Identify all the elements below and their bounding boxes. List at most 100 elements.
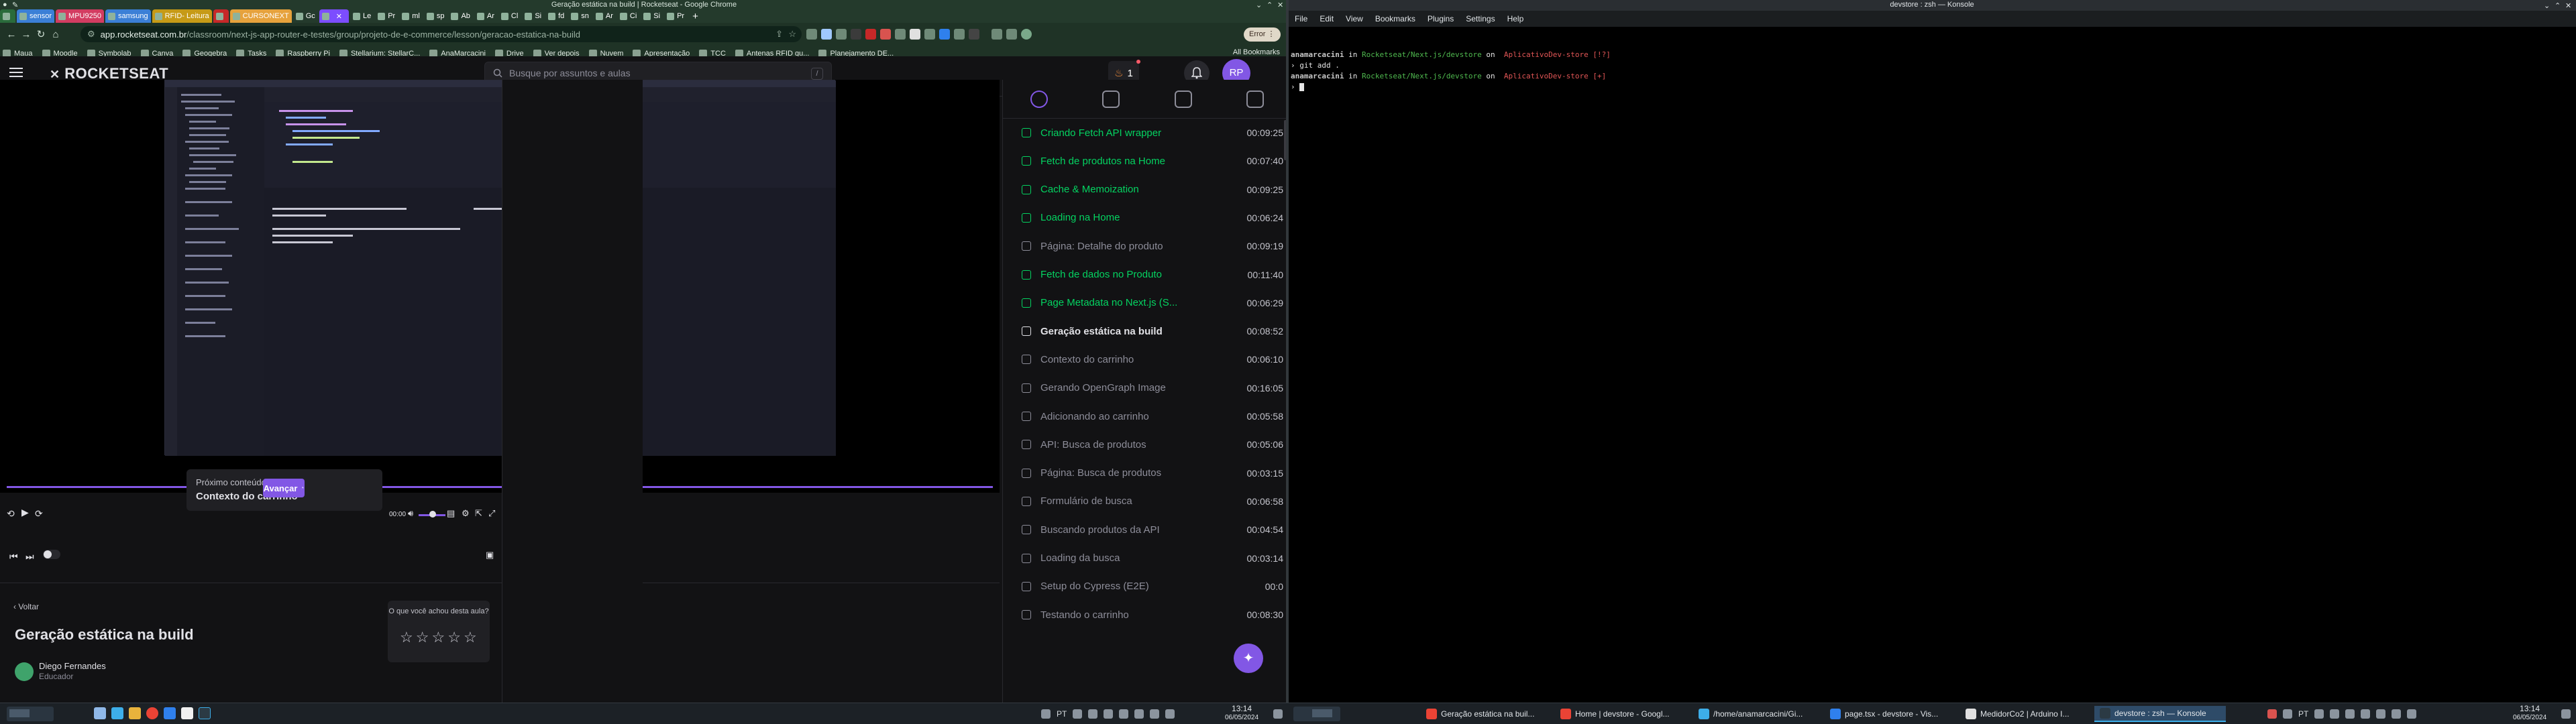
lesson-item[interactable]: Contexto do carrinho 00:06:10 bbox=[1022, 345, 1283, 373]
lesson-item[interactable]: Page Metadata no Next.js (S... 00:06:29 bbox=[1022, 289, 1283, 317]
clipboard-icon[interactable] bbox=[2314, 709, 2324, 719]
lesson-item[interactable]: Setup do Cypress (E2E) 00:0 bbox=[1022, 572, 1283, 601]
menu-icon[interactable] bbox=[9, 67, 23, 78]
browser-tab[interactable]: samsung bbox=[105, 9, 151, 23]
subtitles-icon[interactable]: ▤ bbox=[447, 508, 455, 519]
volume-slider-thumb[interactable] bbox=[429, 511, 436, 518]
volume-tray-icon[interactable] bbox=[1134, 709, 1144, 719]
home-icon[interactable]: ⌂ bbox=[48, 29, 63, 40]
maximize-icon[interactable]: ⌃ bbox=[1267, 1, 1273, 9]
lesson-item[interactable]: Buscando produtos da API 00:04:54 bbox=[1022, 516, 1283, 544]
bluetooth-icon[interactable] bbox=[2361, 709, 2371, 719]
browser-tab[interactable]: CURSONEXT bbox=[229, 9, 292, 23]
keyboard-layout[interactable]: PT bbox=[1057, 709, 1067, 719]
konsole-menu-item[interactable]: Bookmarks bbox=[1375, 14, 1415, 23]
folder-icon[interactable] bbox=[129, 707, 141, 719]
taskbar-window-button[interactable]: MedidorCo2 | Arduino I... bbox=[1960, 706, 2092, 722]
extension-icon[interactable] bbox=[851, 29, 861, 40]
browser-tab[interactable]: Pr bbox=[664, 9, 687, 23]
notifications-icon[interactable] bbox=[2345, 709, 2355, 719]
fullscreen-icon[interactable]: ⤢ bbox=[488, 508, 495, 519]
browser-tab[interactable] bbox=[213, 9, 229, 23]
command-line-2[interactable]: › bbox=[1291, 82, 1611, 93]
minimize-icon[interactable]: ⌄ bbox=[1256, 1, 1262, 9]
network-icon[interactable] bbox=[1088, 709, 1098, 719]
close-tab-icon[interactable]: ✕ bbox=[336, 12, 342, 21]
settings-icon[interactable] bbox=[2283, 709, 2292, 719]
browser-tab[interactable]: fd bbox=[545, 9, 567, 23]
lesson-item[interactable]: Testando o carrinho 00:08:30 bbox=[1022, 601, 1283, 629]
share-icon[interactable]: ⇪ bbox=[775, 29, 783, 40]
captions-toggle-icon[interactable]: ▣ bbox=[486, 550, 494, 560]
error-button[interactable]: Error ⋮ bbox=[1244, 27, 1281, 42]
taskbar-window-button[interactable]: /home/anamarcacini/Gi... bbox=[1693, 706, 1825, 722]
terminal-output[interactable]: anamarcacini in Rocketseat/Next.js/devst… bbox=[1291, 39, 1611, 114]
browser-tab[interactable]: RFID- Leitura bbox=[152, 9, 212, 23]
extension-icon[interactable] bbox=[910, 29, 920, 40]
previous-lesson-icon[interactable]: ⏮ bbox=[9, 551, 18, 562]
konsole-icon[interactable] bbox=[199, 707, 211, 719]
vscode-icon[interactable] bbox=[164, 707, 176, 719]
lesson-item[interactable]: Página: Busca de produtos 00:03:15 bbox=[1022, 459, 1283, 487]
lesson-item[interactable]: Gerando OpenGraph Image 00:16:05 bbox=[1022, 374, 1283, 402]
extension-icon[interactable] bbox=[924, 29, 935, 40]
tab-materials-icon[interactable] bbox=[1174, 90, 1192, 108]
browser-tab[interactable]: Cl bbox=[498, 9, 521, 23]
lesson-item[interactable]: Cache & Memoization 00:09:25 bbox=[1022, 176, 1283, 204]
browser-tab[interactable]: Ar bbox=[593, 9, 616, 23]
wifi-icon[interactable] bbox=[1150, 709, 1160, 719]
lesson-item[interactable]: Loading na Home 00:06:24 bbox=[1022, 204, 1283, 232]
site-info-icon[interactable]: ⚙ bbox=[87, 29, 95, 40]
show-desktop-icon[interactable] bbox=[2561, 709, 2571, 719]
extension-icon[interactable] bbox=[895, 29, 906, 40]
ai-assistant-button[interactable]: ✦ bbox=[1234, 644, 1263, 673]
browser-tab[interactable]: ml bbox=[399, 9, 423, 23]
clipboard-icon[interactable] bbox=[1073, 709, 1083, 719]
konsole-menu-item[interactable]: Plugins bbox=[1428, 14, 1454, 23]
browser-tab[interactable]: Gc bbox=[293, 9, 318, 23]
star-1-icon[interactable]: ☆ bbox=[400, 629, 416, 646]
browser-tab[interactable]: sp bbox=[424, 9, 447, 23]
pager-widget[interactable] bbox=[7, 707, 54, 721]
expand-tray-icon[interactable] bbox=[2407, 709, 2417, 719]
konsole-menu-item[interactable]: Help bbox=[1507, 14, 1524, 23]
konsole-maximize-icon[interactable]: ⌃ bbox=[2555, 1, 2561, 10]
lesson-item[interactable]: Fetch de produtos na Home 00:07:40 bbox=[1022, 147, 1283, 175]
browser-tab[interactable]: sn bbox=[568, 9, 592, 23]
pager-widget-2[interactable] bbox=[1293, 707, 1340, 721]
expand-tray-icon[interactable] bbox=[1165, 709, 1175, 719]
autoplay-toggle[interactable] bbox=[43, 550, 60, 559]
next-lesson-icon[interactable]: ⏭ bbox=[25, 551, 34, 562]
reload-icon[interactable]: ↻ bbox=[34, 28, 48, 40]
star-2-icon[interactable]: ☆ bbox=[416, 629, 432, 646]
extension-icon[interactable] bbox=[939, 29, 950, 40]
tab-lessons-icon[interactable] bbox=[1030, 90, 1048, 108]
taskbar-window-button[interactable]: devstore : zsh — Konsole bbox=[2094, 706, 2226, 722]
browser-tab[interactable]: Ci bbox=[617, 9, 639, 23]
pin-icon[interactable]: ✎ bbox=[12, 1, 18, 9]
tab-search-icon[interactable] bbox=[1006, 29, 1017, 40]
extension-icon[interactable] bbox=[865, 29, 876, 40]
konsole-menu-item[interactable]: Edit bbox=[1320, 14, 1334, 23]
taskbar-window-button[interactable]: Geração estática na buil... bbox=[1421, 706, 1552, 722]
tab-quiz-icon[interactable] bbox=[1102, 90, 1120, 108]
lesson-item[interactable]: Adicionando ao carrinho 00:05:58 bbox=[1022, 402, 1283, 430]
video-progress-bar[interactable] bbox=[7, 486, 993, 488]
taskbar-window-button[interactable]: Home | devstore - Googl... bbox=[1555, 706, 1686, 722]
keyboard-layout-2[interactable]: PT bbox=[2298, 709, 2308, 719]
lesson-item[interactable]: API: Busca de produtos 00:05:06 bbox=[1022, 430, 1283, 459]
settings-icon[interactable] bbox=[1041, 709, 1051, 719]
play-icon[interactable]: ▶ bbox=[21, 507, 29, 518]
forward-arrow-icon[interactable]: → bbox=[19, 29, 34, 40]
lesson-item[interactable]: Loading da busca 00:03:14 bbox=[1022, 544, 1283, 572]
bluetooth-icon[interactable] bbox=[1119, 709, 1129, 719]
wifi-icon[interactable] bbox=[2392, 709, 2402, 719]
back-arrow-icon[interactable]: ← bbox=[4, 29, 19, 40]
browser-tab[interactable]: sensor bbox=[17, 9, 55, 23]
extension-icon[interactable] bbox=[821, 29, 832, 40]
extension-icon[interactable] bbox=[954, 29, 965, 40]
all-bookmarks-link[interactable]: All Bookmarks bbox=[1233, 48, 1280, 56]
lesson-item[interactable]: Criando Fetch API wrapper 00:09:25 bbox=[1022, 119, 1283, 147]
browser-tab[interactable]: Si bbox=[522, 9, 544, 23]
notion-icon[interactable] bbox=[181, 707, 193, 719]
